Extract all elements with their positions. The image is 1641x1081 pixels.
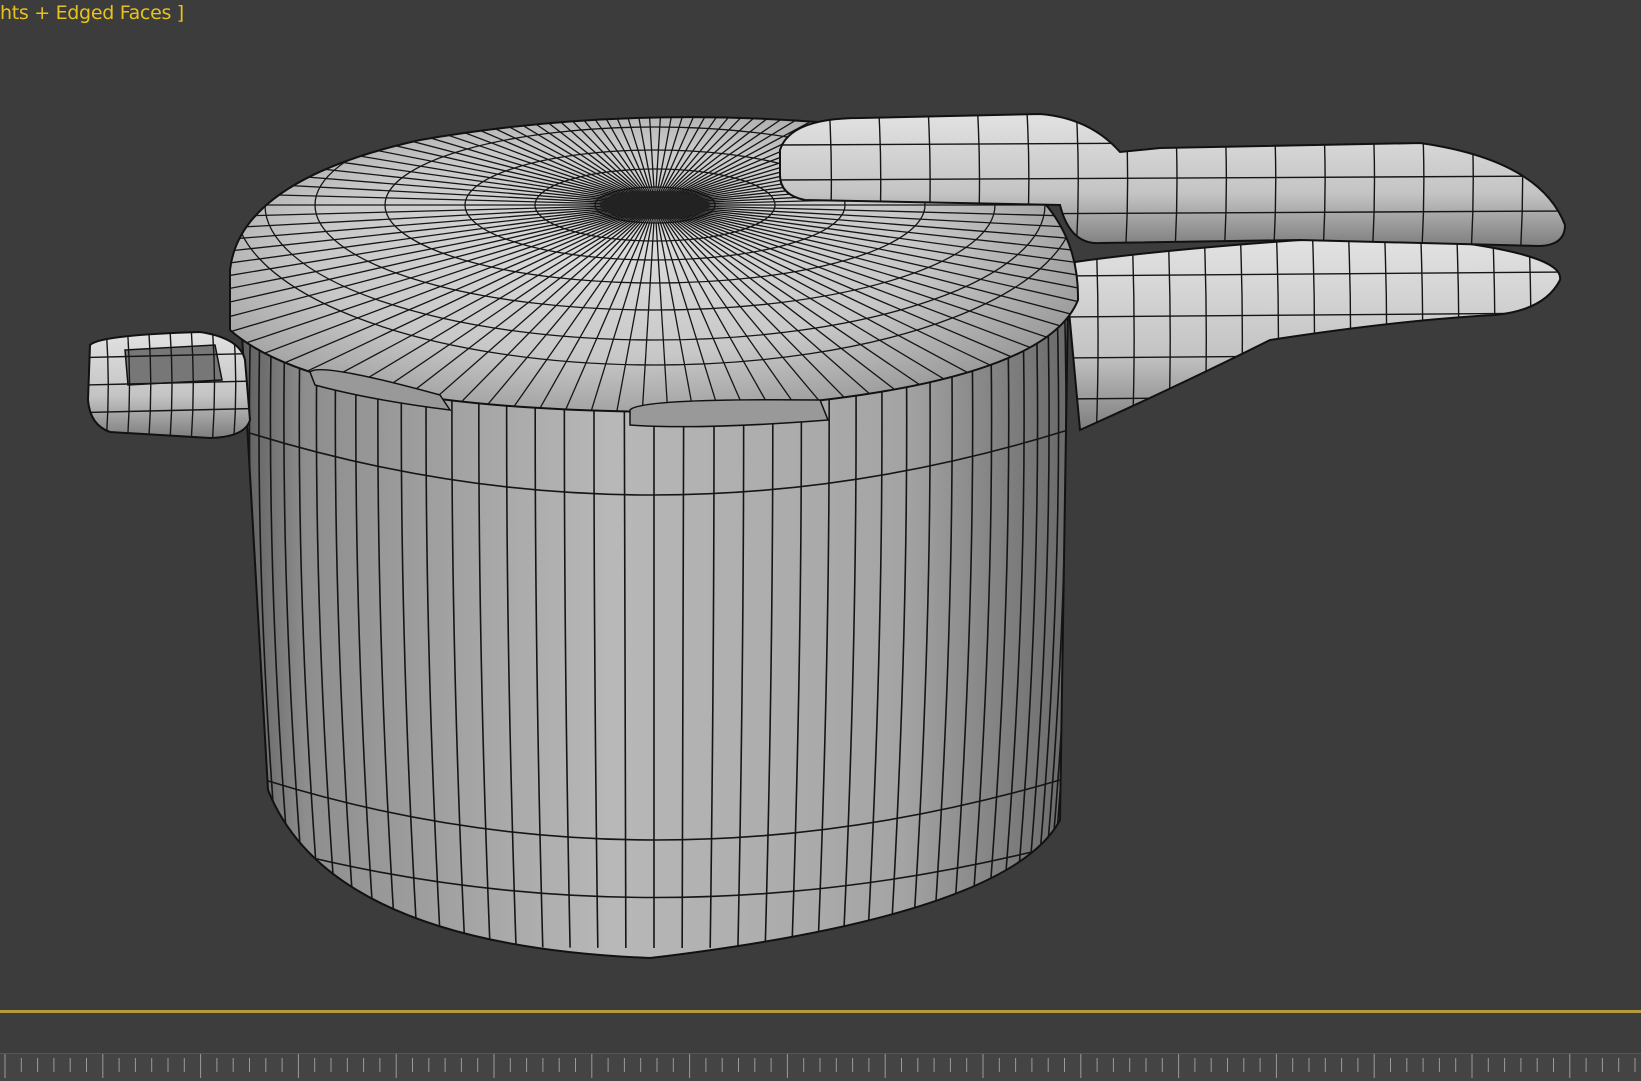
pressure-cooker-model[interactable] [0,0,1641,1010]
timeline-ruler[interactable] [0,1053,1641,1081]
side-handle [86,330,252,440]
timeline-panel[interactable] [0,1013,1641,1081]
main-handle-lower [1066,239,1562,432]
perspective-viewport[interactable]: hts + Edged Faces ] [0,0,1641,1010]
